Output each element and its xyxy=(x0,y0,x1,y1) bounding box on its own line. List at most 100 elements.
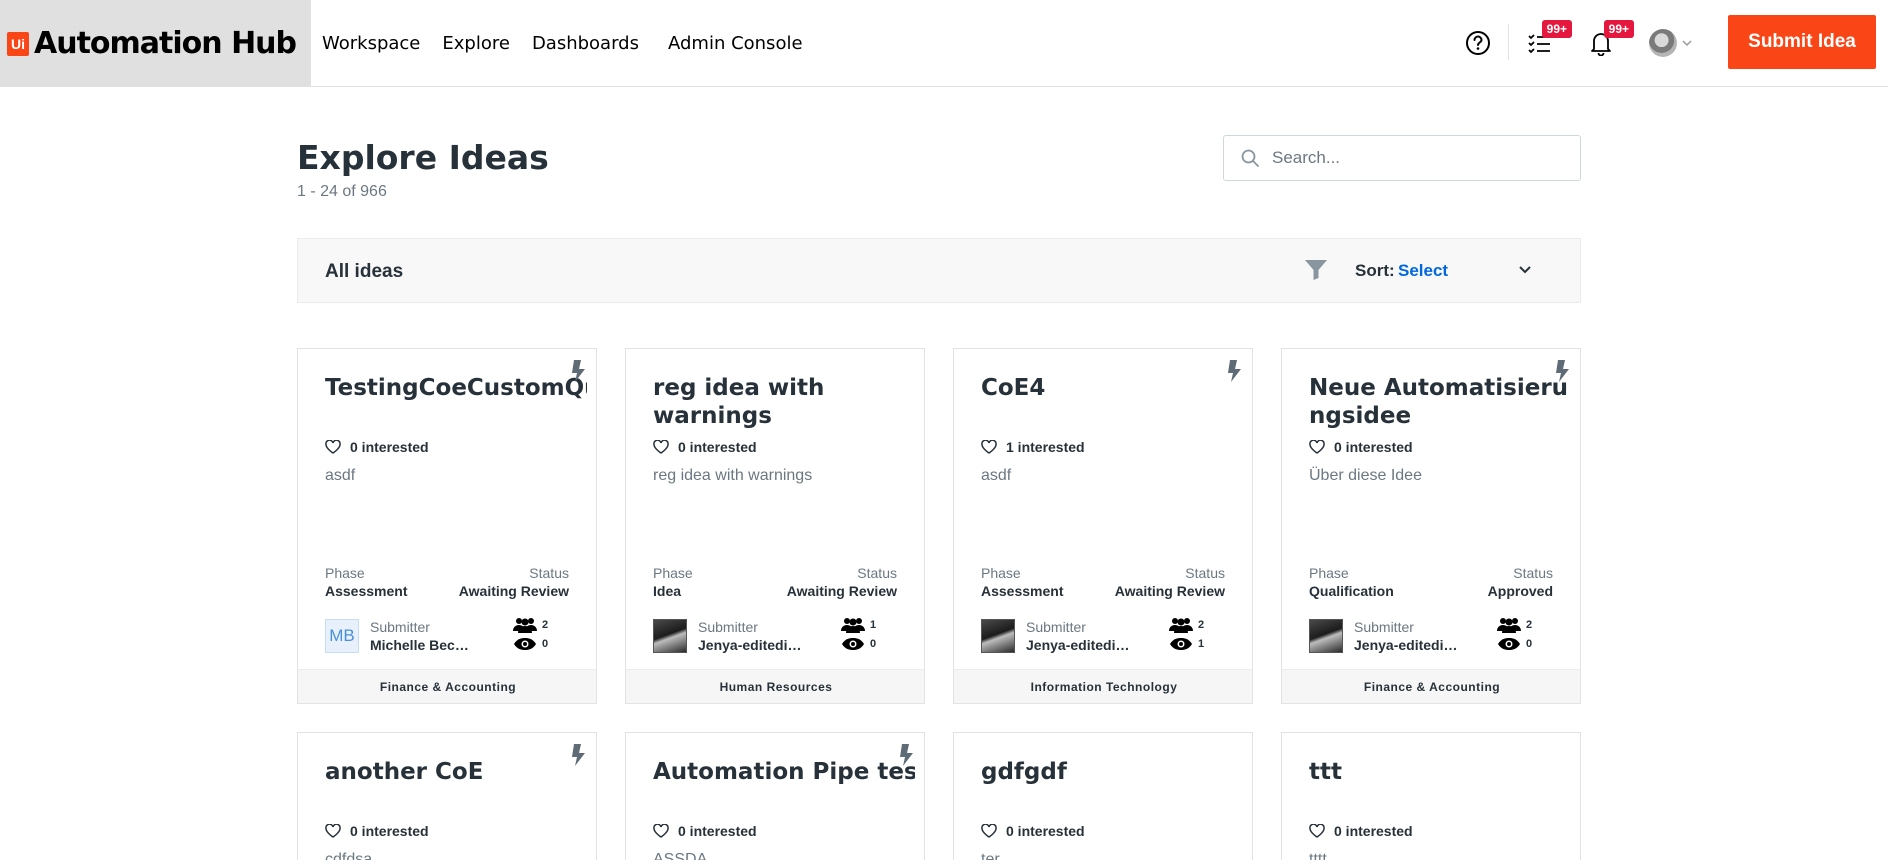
collaborators-count: 2 xyxy=(1526,619,1533,631)
eye-icon xyxy=(1498,638,1520,650)
collaborators-stat: 2 xyxy=(1497,617,1532,633)
logo-mark: Ui xyxy=(7,31,29,56)
help-icon[interactable] xyxy=(1463,28,1493,58)
idea-title[interactable]: ttt xyxy=(1309,758,1571,786)
idea-title[interactable]: CoE4 xyxy=(981,374,1243,402)
main-nav: Workspace Explore Dashboards Admin Conso… xyxy=(322,0,825,87)
interest-button[interactable]: 0 interested xyxy=(981,823,1085,839)
interest-button[interactable]: 0 interested xyxy=(653,439,757,455)
idea-title[interactable]: Neue Automatisierungsidee xyxy=(1309,374,1571,430)
heart-icon xyxy=(981,824,997,838)
interest-count: 0 interested xyxy=(1334,439,1413,455)
interest-count: 0 interested xyxy=(678,439,757,455)
idea-card[interactable]: gdfgdf 0 interested ter xyxy=(953,732,1253,860)
eye-icon xyxy=(842,638,864,650)
tasks-icon[interactable]: 99+ xyxy=(1524,20,1572,58)
views-stat: 0 xyxy=(841,637,876,651)
idea-card[interactable]: TestingCoeCustomQu 0 interested asdf Pha… xyxy=(297,348,597,704)
category-footer: Finance & Accounting xyxy=(298,669,596,703)
submitter-name[interactable]: Jenya-editedit Vas-... xyxy=(1026,637,1130,653)
heart-icon xyxy=(325,824,341,838)
phase-value: Qualification xyxy=(1309,583,1394,599)
idea-card[interactable]: Automation Pipe test 0 interested ASSDA xyxy=(625,732,925,860)
interest-count: 1 interested xyxy=(1006,439,1085,455)
interest-button[interactable]: 0 interested xyxy=(653,823,757,839)
idea-description: ter xyxy=(981,851,1000,860)
heart-icon xyxy=(325,440,341,454)
views-count: 0 xyxy=(870,638,877,650)
idea-card[interactable]: reg idea with warnings 0 interested reg … xyxy=(625,348,925,704)
automation-bolt-icon xyxy=(572,360,585,382)
phase-value: Assessment xyxy=(325,583,408,599)
views-count: 0 xyxy=(542,638,549,650)
submitter-avatar xyxy=(981,619,1015,653)
eye-icon xyxy=(514,638,536,650)
status-label: Status xyxy=(857,565,897,581)
idea-title[interactable]: another CoE xyxy=(325,758,587,786)
idea-title[interactable]: TestingCoeCustomQu xyxy=(325,374,587,402)
nav-explore[interactable]: Explore xyxy=(442,33,510,54)
result-count: 1 - 24 of 966 xyxy=(297,183,387,200)
interest-count: 0 interested xyxy=(1334,823,1413,839)
status-label: Status xyxy=(1185,565,1225,581)
chevron-down-icon[interactable] xyxy=(1517,261,1533,277)
interest-count: 0 interested xyxy=(1006,823,1085,839)
interest-button[interactable]: 0 interested xyxy=(325,823,429,839)
submitter-name[interactable]: Jenya-editedit Vas-... xyxy=(1354,637,1458,653)
status-value: Approved xyxy=(1487,583,1553,599)
app-logo[interactable]: Ui Automation Hub xyxy=(0,0,311,87)
filter-icon[interactable] xyxy=(1304,259,1328,281)
people-icon xyxy=(841,618,865,633)
people-icon xyxy=(1169,618,1193,633)
header-divider xyxy=(1508,24,1509,60)
interest-button[interactable]: 0 interested xyxy=(1309,823,1413,839)
collaborators-count: 2 xyxy=(542,619,549,631)
idea-card[interactable]: another CoE 0 interested cdfdsa xyxy=(297,732,597,860)
heart-icon xyxy=(981,440,997,454)
all-ideas-label: All ideas xyxy=(325,261,404,282)
notifications-icon[interactable]: 99+ xyxy=(1586,20,1634,58)
submitter-name[interactable]: Jenya-editedit Vas-... xyxy=(698,637,802,653)
search-box[interactable] xyxy=(1223,135,1581,181)
idea-card[interactable]: Neue Automatisierungsidee 0 interested Ü… xyxy=(1281,348,1581,704)
heart-icon xyxy=(653,440,669,454)
search-input[interactable] xyxy=(1272,148,1562,168)
phase-label: Phase xyxy=(1309,565,1349,581)
submitter-label: Submitter xyxy=(1026,619,1086,635)
nav-admin-console[interactable]: Admin Console xyxy=(668,33,803,54)
sort-select[interactable]: Select xyxy=(1398,261,1448,281)
user-menu[interactable] xyxy=(1649,29,1693,57)
interest-button[interactable]: 0 interested xyxy=(1309,439,1413,455)
idea-description: cdfdsa xyxy=(325,851,373,860)
submit-idea-button[interactable]: Submit Idea xyxy=(1728,15,1876,69)
interest-count: 0 interested xyxy=(678,823,757,839)
interest-count: 0 interested xyxy=(350,823,429,839)
nav-workspace[interactable]: Workspace xyxy=(322,33,420,54)
status-label: Status xyxy=(529,565,569,581)
submitter-name[interactable]: Michelle Becerra xyxy=(370,637,474,653)
idea-title[interactable]: gdfgdf xyxy=(981,758,1243,786)
top-header: Ui Automation Hub Workspace Explore Dash… xyxy=(0,0,1888,87)
nav-dashboards[interactable]: Dashboards xyxy=(532,33,639,54)
idea-card[interactable]: CoE4 1 interested asdf Phase Status Asse… xyxy=(953,348,1253,704)
interest-button[interactable]: 0 interested xyxy=(325,439,429,455)
submitter-label: Submitter xyxy=(370,619,430,635)
category-footer: Information Technology xyxy=(954,669,1252,703)
submitter-label: Submitter xyxy=(698,619,758,635)
idea-description: asdf xyxy=(325,467,356,484)
status-value: Awaiting Review xyxy=(458,583,569,599)
idea-title[interactable]: reg idea with warnings xyxy=(653,374,915,430)
status-value: Awaiting Review xyxy=(1114,583,1225,599)
idea-description: reg idea with warnings xyxy=(653,467,813,484)
views-stat: 1 xyxy=(1169,637,1204,651)
submitter-avatar xyxy=(653,619,687,653)
views-stat: 0 xyxy=(513,637,548,651)
idea-title[interactable]: Automation Pipe test xyxy=(653,758,915,786)
automation-bolt-icon xyxy=(572,744,585,766)
status-label: Status xyxy=(1513,565,1553,581)
collaborators-stat: 2 xyxy=(1169,617,1204,633)
page-title: Explore Ideas xyxy=(297,138,549,177)
interest-button[interactable]: 1 interested xyxy=(981,439,1085,455)
people-icon xyxy=(1497,618,1521,633)
idea-card[interactable]: ttt 0 interested tttt xyxy=(1281,732,1581,860)
